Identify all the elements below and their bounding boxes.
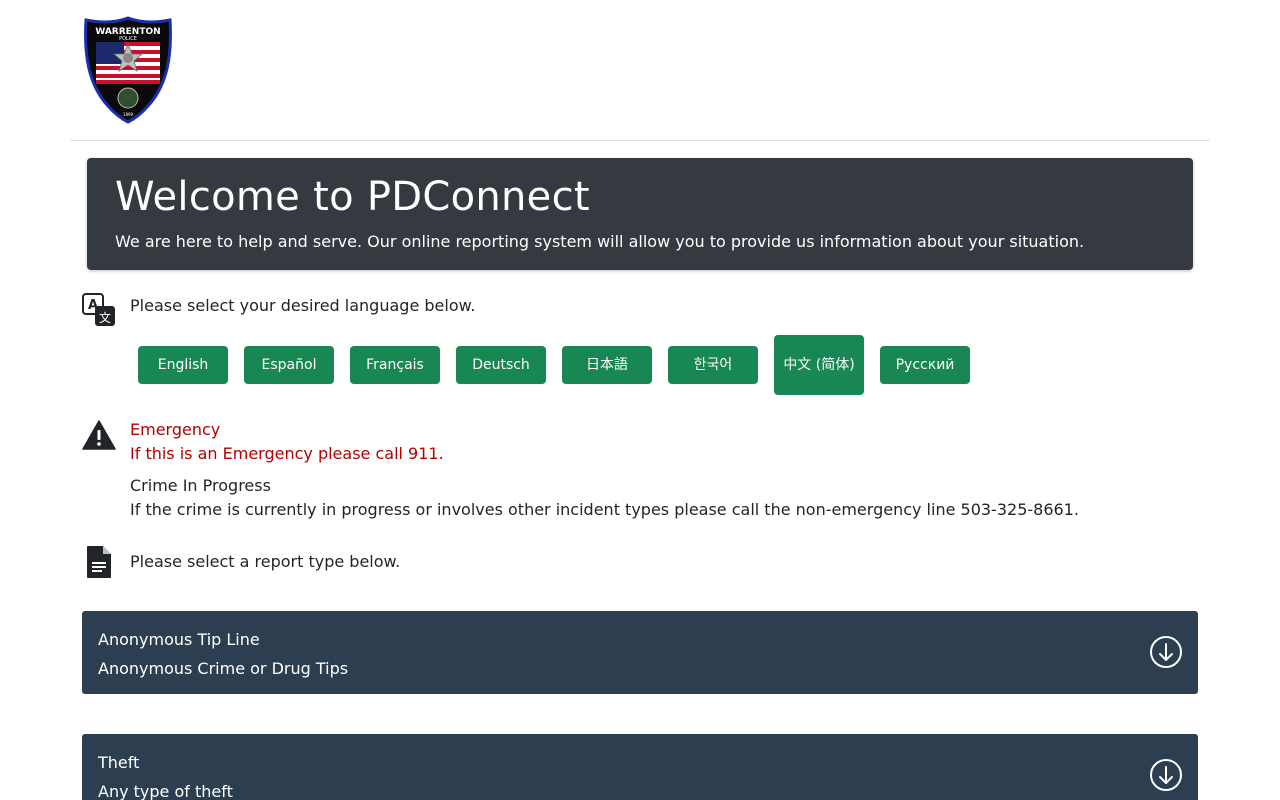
report-prompt: Please select a report type below.	[130, 552, 401, 571]
crime-in-progress-title: Crime In Progress	[130, 476, 271, 495]
emergency-notice: Emergency If this is an Emergency please…	[82, 418, 1079, 522]
arrow-down-circle-icon[interactable]	[1149, 635, 1183, 669]
language-button-korean[interactable]: 한국어	[668, 346, 758, 384]
page-container: WARRENTON POLICE 1899 Welcome to PDConne…	[70, 0, 1210, 800]
welcome-subtitle: We are here to help and serve. Our onlin…	[115, 232, 1085, 251]
warrenton-police-logo[interactable]: WARRENTON POLICE 1899	[82, 14, 174, 124]
language-button-french[interactable]: Français	[350, 346, 440, 384]
report-type-title: Theft	[98, 753, 140, 772]
language-prompt-row: A 文 Please select your desired language …	[82, 293, 475, 327]
emergency-text: If this is an Emergency please call 911.	[130, 444, 444, 463]
language-button-japanese[interactable]: 日本語	[562, 346, 652, 384]
emergency-title: Emergency	[130, 420, 221, 439]
page-title: Welcome to PDConnect	[115, 174, 590, 220]
language-button-english[interactable]: English	[138, 346, 228, 384]
arrow-down-circle-icon[interactable]	[1149, 758, 1183, 792]
report-type-description: Anonymous Crime or Drug Tips	[98, 659, 349, 678]
logo-sub-text: POLICE	[119, 36, 137, 42]
language-button-russian[interactable]: Русский	[880, 346, 970, 384]
language-button-german[interactable]: Deutsch	[456, 346, 546, 384]
report-type-anonymous-tip-line[interactable]: Anonymous Tip Line Anonymous Crime or Dr…	[82, 611, 1198, 694]
warning-icon	[82, 418, 116, 452]
translate-icon: A 文	[82, 293, 116, 327]
welcome-banner: Welcome to PDConnect We are here to help…	[87, 158, 1193, 270]
language-button-spanish[interactable]: Español	[244, 346, 334, 384]
site-header: WARRENTON POLICE 1899	[70, 0, 1210, 141]
svg-text:文: 文	[99, 310, 111, 325]
language-button-chinese-simplified[interactable]: 中文 (简体)	[774, 335, 864, 395]
language-prompt: Please select your desired language belo…	[130, 296, 476, 315]
document-icon	[82, 545, 116, 579]
logo-year: 1899	[123, 112, 134, 117]
report-type-theft[interactable]: Theft Any type of theft	[82, 734, 1198, 800]
language-button-group: English Español Français Deutsch 日本語 한국어…	[138, 335, 986, 395]
report-type-description: Any type of theft	[98, 782, 233, 800]
report-prompt-row: Please select a report type below.	[82, 545, 400, 579]
crime-in-progress-text: If the crime is currently in progress or…	[130, 500, 1079, 519]
report-type-title: Anonymous Tip Line	[98, 630, 260, 649]
